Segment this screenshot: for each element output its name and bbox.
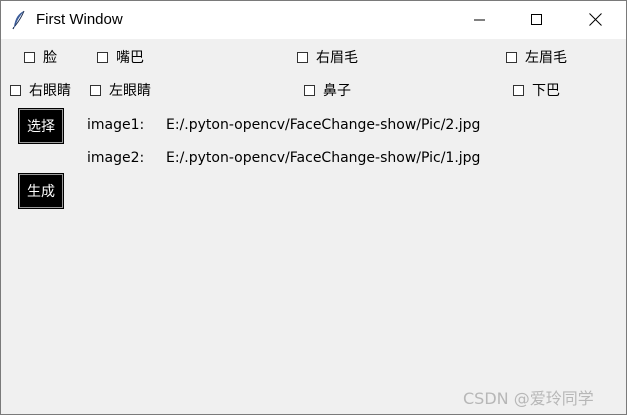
checkbox-box[interactable]	[506, 51, 517, 63]
checkbox-box[interactable]	[24, 51, 35, 63]
checkbox-box[interactable]	[10, 84, 21, 96]
checkbox-right-eye[interactable]: 右眼睛	[10, 80, 71, 100]
checkbox-label: 脸	[43, 50, 57, 66]
window-title: First Window	[36, 11, 123, 28]
maximize-button[interactable]	[514, 1, 560, 39]
checkbox-label: 左眼睛	[109, 83, 151, 99]
checkbox-label: 鼻子	[323, 83, 351, 99]
image1-label: image1:	[87, 117, 145, 133]
checkbox-box[interactable]	[90, 84, 101, 96]
checkbox-box[interactable]	[297, 51, 308, 63]
checkbox-nose[interactable]: 鼻子	[304, 80, 351, 100]
csdn-watermark: CSDN @爱玲同学	[463, 389, 594, 408]
client-area: 脸 嘴巴 右眉毛 左眉毛 右眼睛 左眼睛 鼻子 下巴 选择 生成 image1:…	[1, 39, 626, 414]
image2-label: image2:	[87, 150, 145, 166]
app-window: First Window 脸 嘴巴 右眉毛 左眉毛 右眼睛 左眼睛 鼻子 下巴 …	[0, 0, 627, 415]
generate-button[interactable]: 生成	[18, 173, 64, 209]
checkbox-left-eyebrow[interactable]: 左眉毛	[506, 47, 567, 67]
checkbox-label: 右眼睛	[29, 83, 71, 99]
checkbox-face[interactable]: 脸	[24, 47, 57, 67]
select-button[interactable]: 选择	[18, 108, 64, 144]
checkbox-box[interactable]	[97, 51, 108, 63]
checkbox-label: 下巴	[532, 83, 560, 99]
checkbox-label: 左眉毛	[525, 50, 567, 66]
minimize-button[interactable]	[457, 1, 503, 39]
feather-icon	[11, 10, 27, 30]
image2-path: E:/.pyton-opencv/FaceChange-show/Pic/1.j…	[166, 150, 481, 166]
checkbox-right-eyebrow[interactable]: 右眉毛	[297, 47, 358, 67]
checkbox-box[interactable]	[513, 84, 524, 96]
maximize-icon	[531, 11, 543, 30]
checkbox-mouth[interactable]: 嘴巴	[97, 47, 144, 67]
checkbox-left-eye[interactable]: 左眼睛	[90, 80, 151, 100]
checkbox-box[interactable]	[304, 84, 315, 96]
checkbox-label: 嘴巴	[116, 50, 144, 66]
checkbox-chin[interactable]: 下巴	[513, 80, 560, 100]
minimize-icon	[474, 11, 486, 30]
close-icon	[588, 11, 602, 30]
title-bar[interactable]: First Window	[1, 1, 626, 39]
close-button[interactable]	[572, 1, 618, 39]
image1-path: E:/.pyton-opencv/FaceChange-show/Pic/2.j…	[166, 117, 481, 133]
checkbox-label: 右眉毛	[316, 50, 358, 66]
